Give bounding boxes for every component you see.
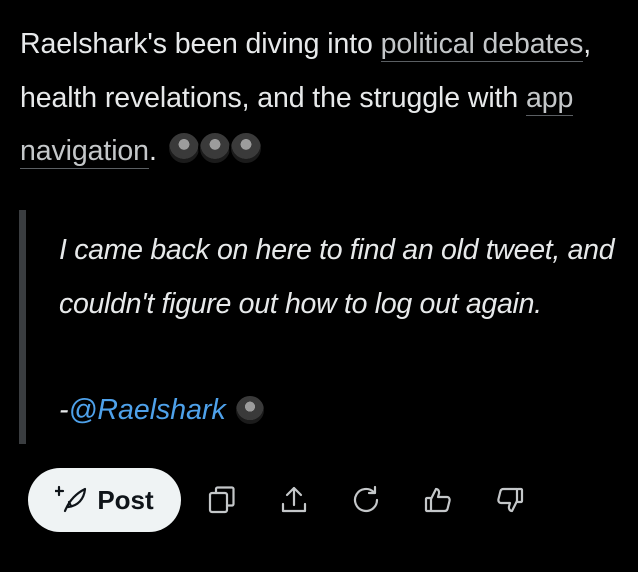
- avatar: [228, 131, 263, 166]
- author-handle-link[interactable]: @Raelshark: [69, 383, 226, 437]
- summary-text-after: .: [148, 135, 157, 167]
- author-avatar[interactable]: [233, 394, 266, 426]
- like-button[interactable]: [420, 482, 456, 518]
- share-icon: [281, 486, 307, 513]
- action-bar: Post: [28, 468, 528, 532]
- summary-text-before: Raelshark's been diving into: [20, 28, 381, 60]
- quote-attribution-prefix: -: [59, 394, 69, 426]
- share-button[interactable]: [276, 482, 312, 518]
- post-button[interactable]: Post: [28, 468, 181, 532]
- quoted-post: I came back on here to find an old tweet…: [19, 210, 624, 444]
- avatar-stack[interactable]: [166, 131, 263, 166]
- dislike-button[interactable]: [492, 482, 528, 518]
- post-button-label: Post: [97, 484, 154, 515]
- thumbs-up-icon: [424, 487, 451, 513]
- avatar: [166, 131, 201, 166]
- refresh-icon: [353, 485, 379, 513]
- avatar: [197, 131, 232, 166]
- copy-icon: [208, 486, 235, 514]
- quote-text: I came back on here to find an old tweet…: [59, 234, 615, 320]
- thumbs-down-icon: [497, 487, 524, 513]
- summary-text: Raelshark's been diving into political d…: [20, 18, 620, 179]
- quote-attribution: - @Raelshark: [59, 383, 266, 437]
- feather-plus-icon: [55, 485, 87, 513]
- topic-link-political-debates[interactable]: political debates: [380, 28, 583, 62]
- regenerate-button[interactable]: [348, 482, 384, 518]
- copy-button[interactable]: [204, 482, 240, 518]
